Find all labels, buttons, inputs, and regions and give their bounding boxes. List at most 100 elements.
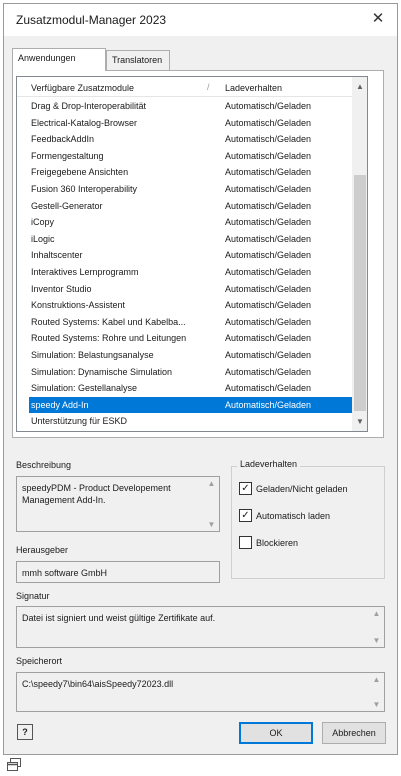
list-item[interactable]: Konstruktions-Assistent Automatisch/Gelad… (29, 297, 352, 313)
location-box[interactable]: C:\speedy7\bin64\aisSpeedy72023.dll ▲ ▼ (16, 672, 385, 712)
addin-name: Gestell-Generator (31, 200, 103, 211)
scroll-down-icon[interactable]: ▼ (369, 636, 384, 645)
list-item[interactable]: Electrical-Katalog-Browser Automatisch/Ge… (29, 115, 352, 131)
column-header-name[interactable]: Verfügbare Zusatzmodule (31, 83, 134, 93)
checkbox-auto-load-label: Automatisch laden (256, 511, 331, 521)
checkbox-loaded-label: Geladen/Nicht geladen (256, 484, 348, 494)
addin-name: Inhaltscenter (31, 250, 83, 261)
list-item[interactable]: Simulation: Gestellanalyse Automatisch/Ge… (29, 380, 352, 396)
addin-load-behavior: Automatisch/Geladen (225, 383, 312, 394)
addin-name: Simulation: Gestellanalyse (31, 383, 138, 394)
tab-translatoren[interactable]: Translatoren (106, 50, 170, 70)
list-header: Verfügbare Zusatzmodule / Ladeverhalten (17, 77, 352, 97)
addin-load-behavior: Automatisch/Geladen (225, 366, 312, 377)
load-behavior-title: Ladeverhalten (237, 459, 301, 469)
checkbox-block[interactable]: Blockieren (239, 536, 379, 550)
addin-load-behavior: Automatisch/Geladen (225, 399, 312, 410)
ok-button[interactable]: OK (239, 722, 313, 744)
checkbox-block-label: Blockieren (256, 538, 299, 548)
addin-name: Routed Systems: Kabel und Kabelba... (31, 316, 186, 327)
addin-name: Konstruktions-Assistent (31, 300, 126, 311)
addin-load-behavior: Automatisch/Geladen (225, 350, 312, 360)
cancel-button[interactable]: Abbrechen (322, 722, 386, 744)
close-icon[interactable]: ✕ (367, 8, 389, 30)
signature-text: Datei ist signiert und weist gültige Zer… (22, 613, 216, 623)
checkbox-box[interactable]: ✓ (239, 509, 252, 522)
scroll-up-icon[interactable]: ▲ (369, 675, 384, 684)
list-item[interactable]: Interaktives Lernprogramm Automatisch/Gel… (29, 264, 352, 280)
tab-anwendungen[interactable]: Anwendungen (12, 48, 106, 71)
addin-name: Electrical-Katalog-Browser (31, 117, 138, 128)
addin-name: speedy Add-In (31, 399, 89, 410)
description-label: Beschreibung (16, 460, 72, 470)
addin-load-behavior: Automatisch/Geladen (225, 217, 312, 228)
description-box[interactable]: speedyPDM - Product Developement Managem… (16, 476, 220, 532)
description-text: speedyPDM - Product Developement Managem… (22, 483, 171, 505)
signature-label: Signatur (16, 591, 50, 601)
list-item[interactable]: Simulation: Belastungsanalyse Automatisch… (29, 347, 352, 363)
column-separator: / (207, 82, 210, 92)
publisher-box[interactable]: mmh software GmbH (16, 561, 220, 583)
addin-load-behavior: Automatisch/Geladen (225, 316, 312, 327)
list-item[interactable]: Routed Systems: Kabel und Kabelba... Auto… (29, 314, 352, 330)
addin-name: Unterstützung für ESKD (31, 416, 128, 427)
list-item[interactable]: Freigegebene Ansichten Automatisch/Gelade… (29, 164, 352, 180)
location-scrollbar[interactable]: ▲ ▼ (369, 673, 384, 711)
checkbox-loaded[interactable]: ✓ Geladen/Nicht geladen (239, 482, 379, 496)
checkbox-box[interactable]: ✓ (239, 482, 252, 495)
checkbox-auto-load[interactable]: ✓ Automatisch laden (239, 509, 379, 523)
scroll-up-icon[interactable]: ▲ (369, 609, 384, 618)
list-item[interactable]: speedy Add-In Automatisch/Geladen (29, 396, 352, 413)
addin-name: Routed Systems: Rohre und Leitungen (31, 333, 187, 344)
list-item[interactable]: iCopy Automatisch/Geladen (29, 214, 352, 230)
addin-name: iCopy (31, 217, 55, 228)
list-item[interactable]: Fusion 360 Interoperability Automatisch/G… (29, 181, 352, 197)
scroll-up-icon[interactable]: ▲ (352, 79, 367, 95)
list-item[interactable]: Inventor Studio Automatisch/Geladen (29, 281, 352, 297)
scroll-down-icon[interactable]: ▼ (369, 700, 384, 709)
list-item[interactable]: Formengestaltung Automatisch/Geladen (29, 148, 352, 164)
list-item[interactable]: Gestell-Generator Automatisch/Geladen (29, 198, 352, 214)
signature-scrollbar[interactable]: ▲ ▼ (369, 607, 384, 647)
list-item[interactable]: iLogic Automatisch/Geladen (29, 231, 352, 247)
addin-load-behavior: Automatisch/Geladen (225, 333, 312, 344)
addin-name: Drag & Drop-Interoperabilität (31, 101, 147, 111)
addin-load-behavior: Automatisch/Geladen (225, 233, 312, 244)
addin-list[interactable]: Verfügbare Zusatzmodule / Ladeverhalten … (16, 76, 368, 432)
addin-name: Freigegebene Ansichten (31, 167, 129, 178)
list-item[interactable]: Routed Systems: Rohre und Leitungen Autom… (29, 330, 352, 346)
addin-load-behavior: Automatisch/Geladen (225, 267, 312, 277)
checkbox-box[interactable] (239, 536, 252, 549)
scroll-thumb[interactable] (354, 175, 366, 411)
publisher-text: mmh software GmbH (22, 568, 108, 578)
list-item[interactable]: Drag & Drop-Interoperabilität Automatisch… (29, 98, 352, 114)
addin-load-behavior: Automatisch/Geladen (225, 184, 312, 194)
addin-load-behavior: Automatisch/Geladen (225, 200, 312, 211)
addin-load-behavior: Automatisch/Geladen (225, 250, 312, 261)
addin-load-behavior: Automatisch/Geladen (225, 167, 312, 178)
addin-name: Interaktives Lernprogramm (31, 267, 139, 277)
column-header-load[interactable]: Ladeverhalten (225, 83, 282, 93)
scroll-down-icon[interactable]: ▼ (352, 414, 367, 430)
list-item[interactable]: Unterstützung für ESKD (29, 413, 352, 429)
list-item[interactable]: FeedbackAddIn Automatisch/Geladen (29, 131, 352, 147)
addin-name: FeedbackAddIn (31, 134, 95, 145)
list-item[interactable]: Simulation: Dynamische Simulation Automat… (29, 364, 352, 380)
addin-load-behavior: Automatisch/Geladen (225, 300, 312, 311)
scroll-up-icon[interactable]: ▲ (204, 479, 219, 488)
list-scrollbar[interactable]: ▲ ▼ (352, 77, 367, 431)
addin-name: Formengestaltung (31, 150, 104, 161)
signature-box[interactable]: Datei ist signiert und weist gültige Zer… (16, 606, 385, 648)
description-scrollbar[interactable]: ▲ ▼ (204, 477, 219, 531)
scroll-down-icon[interactable]: ▼ (204, 520, 219, 529)
addin-load-behavior: Automatisch/Geladen (225, 101, 312, 111)
window-restore-icon (7, 758, 21, 771)
addin-load-behavior: Automatisch/Geladen (225, 150, 312, 161)
location-label: Speicherort (16, 656, 63, 666)
help-icon[interactable]: ? (17, 724, 33, 740)
location-text: C:\speedy7\bin64\aisSpeedy72023.dll (22, 679, 174, 689)
list-item[interactable]: Inhaltscenter Automatisch/Geladen (29, 247, 352, 263)
addin-load-behavior: Automatisch/Geladen (225, 283, 312, 294)
window-title: Zusatzmodul-Manager 2023 (16, 13, 167, 27)
addin-name: Simulation: Belastungsanalyse (31, 350, 154, 360)
